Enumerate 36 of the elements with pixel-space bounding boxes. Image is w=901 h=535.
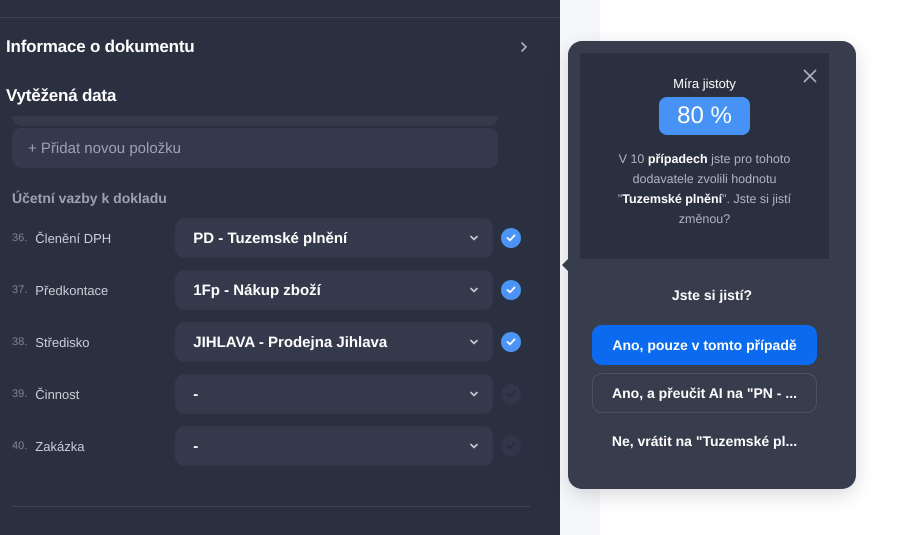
confidence-badge: 80 %	[659, 97, 750, 135]
row-number: 39.	[12, 388, 28, 400]
check-icon[interactable]	[501, 332, 522, 352]
check-icon[interactable]	[501, 280, 522, 300]
add-item-button[interactable]: + Přidat novou položku	[12, 128, 498, 168]
field-label: Středisko	[35, 334, 90, 350]
check-icon[interactable]	[501, 228, 522, 248]
chevron-down-icon	[469, 441, 480, 451]
row-number: 38.	[12, 336, 28, 348]
chevron-down-icon	[469, 285, 480, 295]
select-field[interactable]: PD - Tuzemské plnění	[175, 218, 494, 258]
confidence-message: V 10 případech jste pro tohoto dodavatele zvolili hodnotu "Tuzemské plnění". Jste si jistí změnou?	[616, 151, 792, 228]
chevron-right-icon[interactable]	[520, 41, 528, 53]
confirm-button[interactable]: Ano, pouze v tomto případě	[592, 325, 817, 365]
section-title: Vytěžená data	[6, 86, 116, 106]
confirm-question: Jste si jistí?	[670, 287, 754, 303]
row-number: 37.	[12, 284, 28, 296]
confidence-label: Míra jistoty	[673, 76, 736, 91]
close-icon[interactable]	[803, 69, 817, 83]
revert-button[interactable]: Ne, vrátit na "Tuzemské pl...	[592, 421, 817, 461]
select-field[interactable]: 1Fp - Nákup zboží	[175, 270, 494, 310]
retrain-button[interactable]: Ano, a přeučit AI na "PN - ...	[592, 373, 817, 413]
field-label: Členění DPH	[35, 230, 112, 246]
field-label: Zakázka	[35, 438, 86, 454]
field-label: Předkontace	[35, 282, 110, 298]
select-field[interactable]: JIHLAVA - Prodejna Jihlava	[175, 322, 494, 362]
chevron-down-icon	[469, 389, 480, 399]
chevron-down-icon	[469, 337, 480, 347]
chevron-down-icon	[469, 233, 480, 243]
row-number: 36.	[12, 232, 28, 244]
row-number: 40.	[12, 440, 28, 452]
section-title[interactable]: Informace o dokumentu	[6, 37, 194, 57]
field-label: Činnost	[35, 386, 80, 402]
group-title: Účetní vazby k dokladu	[12, 190, 168, 206]
select-field[interactable]: -	[175, 374, 494, 414]
select-field[interactable]: -	[175, 426, 494, 466]
